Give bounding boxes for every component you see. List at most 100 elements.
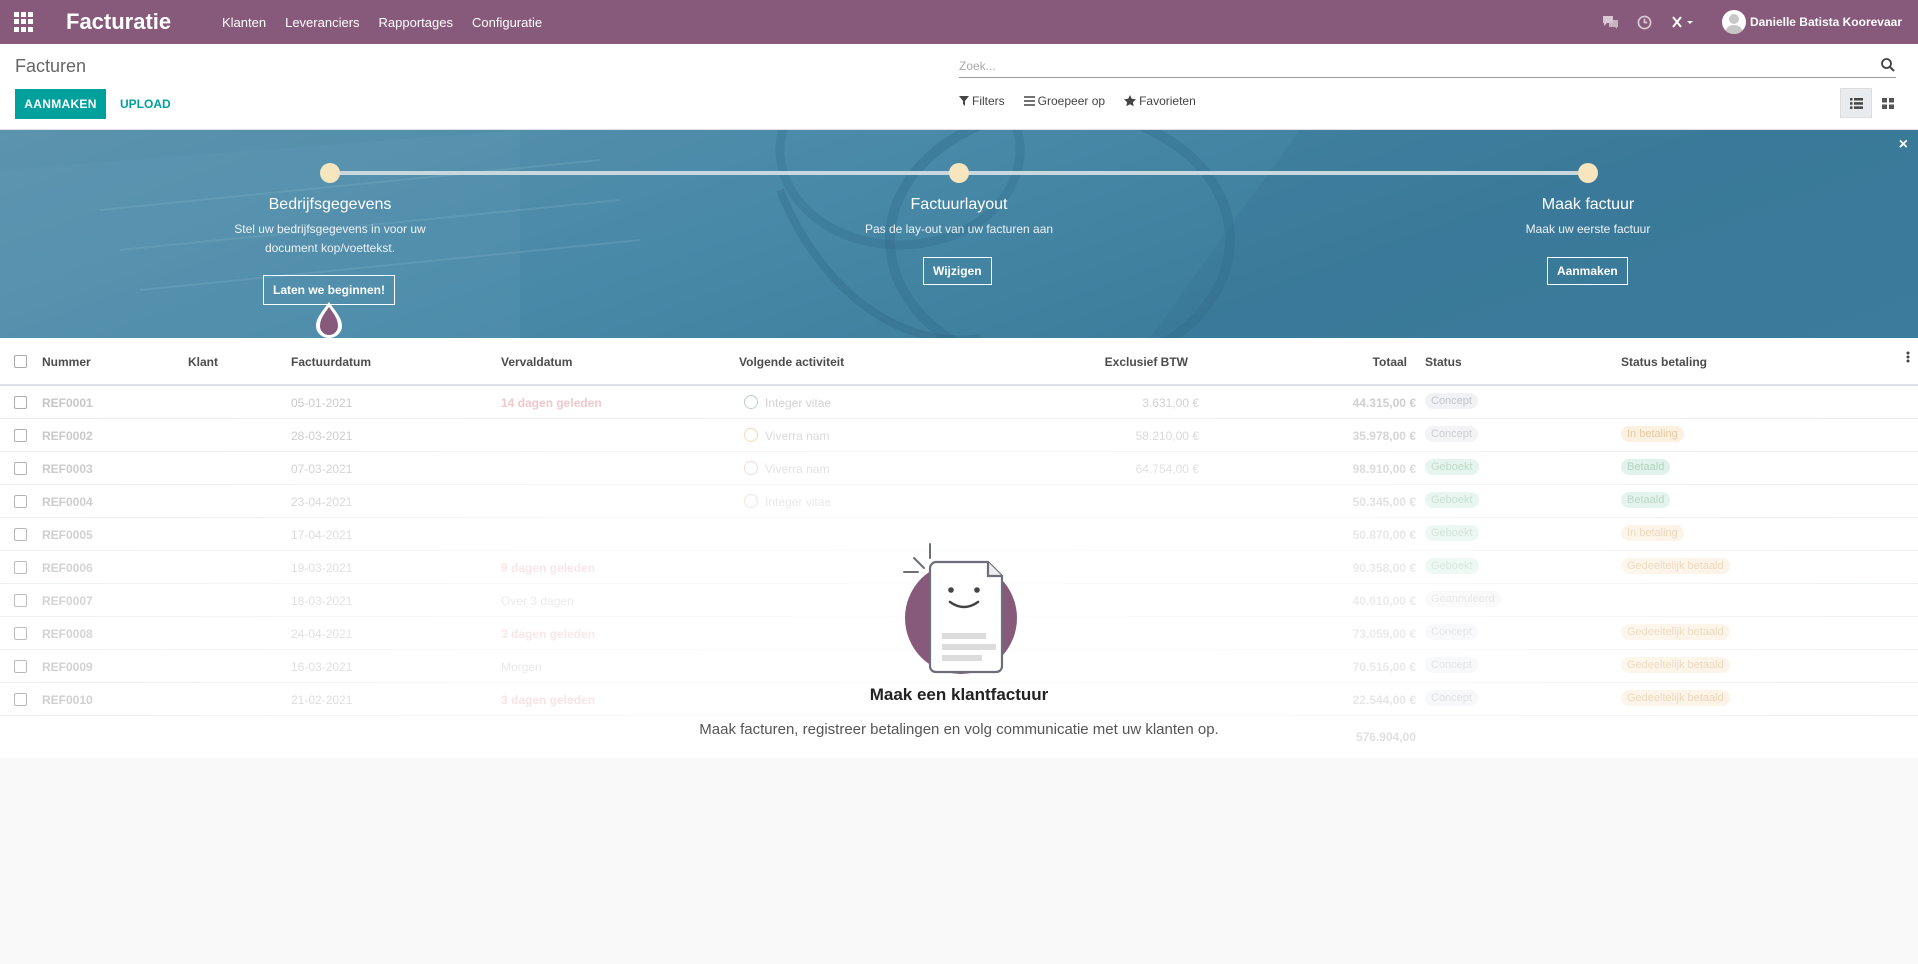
row-checkbox[interactable]: [14, 495, 27, 508]
step-1-dot[interactable]: [320, 163, 340, 183]
col-total[interactable]: Totaal: [1373, 355, 1407, 369]
view-switcher: [1840, 88, 1904, 118]
start-button[interactable]: Laten we beginnen!: [263, 275, 396, 305]
invoice-date: 19-03-2021: [291, 561, 353, 575]
due-date: Over 3 dagen: [501, 594, 574, 608]
status-badge: Concept: [1425, 657, 1478, 673]
grand-total: 576.904,00: [1355, 730, 1416, 744]
invoice-date: 05-01-2021: [291, 396, 353, 410]
total-amount: 90.358,00 €: [1352, 561, 1416, 575]
filters-button[interactable]: Filters: [959, 94, 1005, 108]
col-invoice-date[interactable]: Factuurdatum: [291, 355, 371, 369]
table-row[interactable]: REF0002 28-03-2021 Viverra nam 58.210,00 € 3…: [0, 419, 1918, 452]
chat-icon[interactable]: [1602, 13, 1620, 31]
step-2-dot[interactable]: [949, 163, 969, 183]
row-checkbox[interactable]: [14, 660, 27, 673]
search-options: Filters Groepeer op Favorieten: [959, 94, 1215, 108]
col-next-activity[interactable]: Volgende activiteit: [739, 355, 844, 369]
col-number[interactable]: Nummer: [42, 355, 91, 369]
kanban-view-icon: [1882, 97, 1894, 109]
column-options-icon[interactable]: [1906, 350, 1910, 367]
activity-clock-icon[interactable]: [744, 461, 758, 475]
debug-icon[interactable]: [1670, 13, 1696, 31]
step-description-2: document kop/voettekst.: [264, 241, 396, 255]
list-icon: [1023, 96, 1035, 106]
row-checkbox[interactable]: [14, 429, 27, 442]
create-button[interactable]: AANMAKEN: [15, 89, 106, 119]
search-icon[interactable]: [1880, 57, 1896, 73]
col-untaxed[interactable]: Exclusief BTW: [1105, 355, 1188, 369]
col-due-date[interactable]: Vervaldatum: [501, 355, 572, 369]
total-amount: 40.010,00 €: [1352, 594, 1416, 608]
row-checkbox[interactable]: [14, 396, 27, 409]
row-checkbox[interactable]: [14, 561, 27, 574]
select-all-checkbox[interactable]: [14, 355, 27, 368]
create-invoice-button[interactable]: Aanmaken: [1547, 257, 1628, 285]
edit-layout-button[interactable]: Wijzigen: [923, 257, 992, 285]
table-row[interactable]: REF0001 05-01-2021 14 dagen geleden Integer…: [0, 386, 1918, 419]
invoice-number: REF0001: [42, 396, 93, 410]
user-name: Danielle Batista Koorevaar: [1749, 15, 1902, 29]
due-date: 14 dagen geleden: [501, 396, 602, 410]
groupby-button[interactable]: Groepeer op: [1023, 94, 1105, 108]
invoice-number: REF0005: [42, 528, 93, 542]
col-payment-status[interactable]: Status betaling: [1621, 355, 1707, 369]
step-description: Pas de lay-out van uw facturen aan: [864, 222, 1054, 236]
status-badge: Concept: [1425, 690, 1478, 706]
menu-item-rapportages[interactable]: Rapportages: [379, 15, 453, 30]
list-view-icon: [1849, 97, 1863, 109]
status-badge: Concept: [1425, 624, 1478, 640]
row-checkbox[interactable]: [14, 627, 27, 640]
current-step-marker-icon: [316, 302, 342, 338]
helper-description: Maak facturen, registreer betalingen en …: [699, 721, 1219, 738]
step-description: Stel uw bedrijfsgegevens in voor uw: [234, 222, 426, 236]
kanban-view-button[interactable]: [1872, 88, 1904, 118]
due-date: Morgen: [501, 660, 542, 674]
list-view-button[interactable]: [1840, 88, 1872, 118]
total-amount: 22.544,00 €: [1352, 693, 1416, 707]
step-company-data: Bedrijfsgegevens Stel uw bedrijfsgegeven…: [190, 196, 470, 258]
user-menu[interactable]: Danielle Batista Koorevaar: [1721, 10, 1902, 34]
status-badge: Concept: [1425, 393, 1478, 409]
total-amount: 73.059,00 €: [1352, 627, 1416, 641]
table-row[interactable]: REF0003 07-03-2021 Viverra nam 64.754,00 € 9…: [0, 452, 1918, 485]
step-3-dot[interactable]: [1578, 163, 1598, 183]
row-checkbox[interactable]: [14, 594, 27, 607]
col-customer[interactable]: Klant: [188, 355, 218, 369]
menu-item-configuratie[interactable]: Configuratie: [472, 15, 542, 30]
row-checkbox[interactable]: [14, 528, 27, 541]
invoice-number: REF0003: [42, 462, 93, 476]
total-amount: 50.345,00 €: [1352, 495, 1416, 509]
menu-item-klanten[interactable]: Klanten: [222, 15, 266, 30]
due-date: 3 dagen geleden: [501, 627, 596, 641]
invoice-date: 21-02-2021: [291, 693, 353, 707]
activity-clock-icon[interactable]: [744, 428, 758, 442]
invoice-date: 17-04-2021: [291, 528, 353, 542]
invoice-number: REF0007: [42, 594, 93, 608]
row-checkbox[interactable]: [14, 693, 27, 706]
upload-button[interactable]: UPLOAD: [112, 89, 179, 119]
invoice-number: REF0008: [42, 627, 93, 641]
activity-clock-icon[interactable]: [744, 494, 758, 508]
menu-item-leveranciers[interactable]: Leveranciers: [285, 15, 359, 30]
apps-grid-icon[interactable]: [14, 12, 34, 32]
status-badge: Geboekt: [1425, 558, 1479, 574]
col-status[interactable]: Status: [1425, 355, 1462, 369]
table-row[interactable]: REF0004 23-04-2021 Integer vitae 50.345,00 …: [0, 485, 1918, 518]
invoice-number: REF0009: [42, 660, 93, 674]
payment-status-badge: Gedeeltelijk betaald: [1621, 690, 1730, 706]
invoice-number: REF0006: [42, 561, 93, 575]
activity-clock-icon[interactable]: [744, 395, 758, 409]
next-activity: Integer vitae: [765, 495, 832, 509]
banner-close-button[interactable]: ×: [1899, 136, 1908, 154]
step-description: Maak uw eerste factuur: [1525, 222, 1651, 236]
next-activity: Viverra nam: [765, 462, 830, 476]
row-checkbox[interactable]: [14, 462, 27, 475]
status-badge: Concept: [1425, 426, 1478, 442]
clock-icon[interactable]: [1636, 13, 1654, 31]
step-title: Bedrijfsgegevens: [268, 196, 392, 213]
star-icon: [1124, 95, 1137, 107]
search-box: [959, 54, 1896, 78]
favorites-button[interactable]: Favorieten: [1124, 94, 1196, 108]
search-input[interactable]: [959, 58, 1859, 73]
